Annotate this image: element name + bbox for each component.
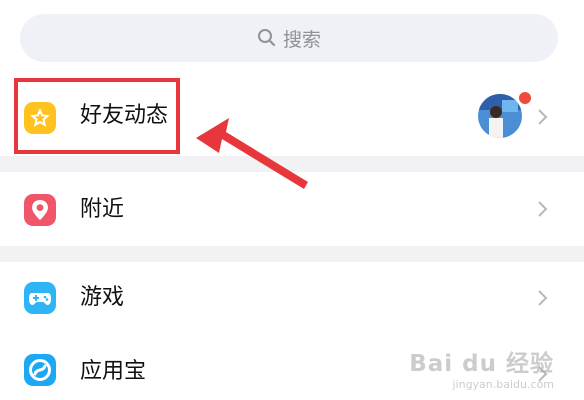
gamepad-icon xyxy=(24,282,56,314)
friend-avatar xyxy=(478,94,522,138)
menu-item-label: 应用宝 xyxy=(80,359,147,384)
section-divider xyxy=(0,246,584,262)
menu-item-label: 游戏 xyxy=(80,285,125,310)
watermark-sub: jingyan.baidu.com xyxy=(452,378,554,391)
menu-item-nearby[interactable]: 附近 xyxy=(0,172,584,246)
menu-item-label: 附近 xyxy=(80,197,125,222)
notification-dot xyxy=(517,90,533,106)
watermark-main: Bai du 经验 xyxy=(409,351,554,377)
search-icon xyxy=(257,28,277,48)
chevron-right-icon xyxy=(536,106,550,128)
chevron-right-icon xyxy=(536,198,550,220)
watermark: Bai du 经验 jingyan.baidu.com xyxy=(409,344,554,391)
chevron-right-icon xyxy=(536,287,550,309)
search-bar[interactable]: 搜索 xyxy=(20,14,558,62)
search-placeholder: 搜索 xyxy=(282,28,321,51)
highlight-box xyxy=(14,78,180,154)
location-pin-icon xyxy=(24,194,56,226)
menu-item-games[interactable]: 游戏 xyxy=(0,262,584,334)
section-divider xyxy=(0,156,584,172)
app-store-icon xyxy=(24,354,56,386)
